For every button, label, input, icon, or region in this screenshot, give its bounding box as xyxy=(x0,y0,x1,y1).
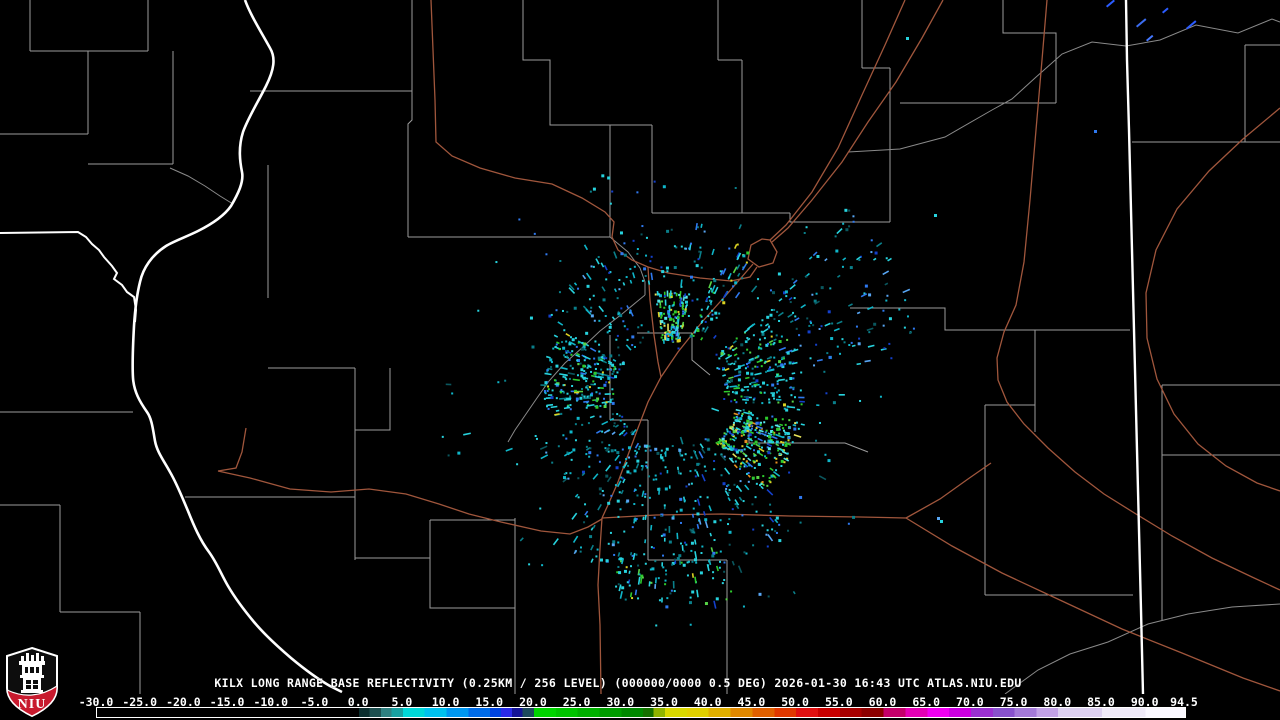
radar-viewer: KILX LONG RANGE BASE REFLECTIVITY (0.25K… xyxy=(0,0,1280,720)
product-title: KILX LONG RANGE BASE REFLECTIVITY (0.25K… xyxy=(214,676,1022,690)
radar-map xyxy=(0,0,1280,697)
reflectivity-colorbar xyxy=(96,707,1186,718)
reflectivity-scale: -30.0 -25.0 -20.0 -15.0 -10.0 -5.0 0.0 5.0 10.0 1… xyxy=(0,694,1280,720)
map-background xyxy=(0,0,1280,697)
logo-text: NIU xyxy=(18,697,47,712)
niu-logo: NIU xyxy=(6,646,58,718)
